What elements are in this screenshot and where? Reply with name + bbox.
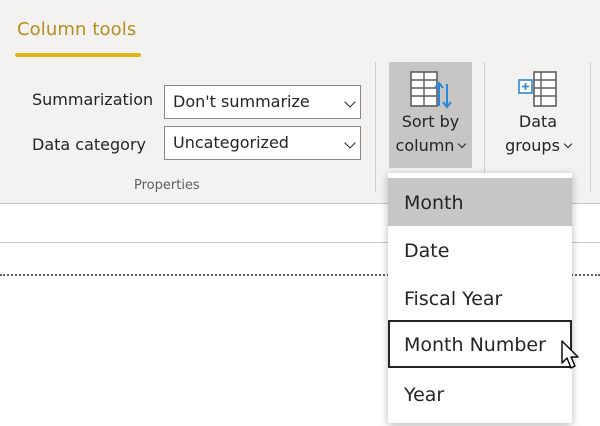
menu-item-fiscal-year[interactable]: Fiscal Year bbox=[388, 274, 572, 322]
menu-item-date[interactable]: Date bbox=[388, 226, 572, 274]
data-category-select[interactable]: Uncategorized bbox=[164, 126, 361, 160]
sort-by-label-text: column bbox=[395, 136, 455, 155]
group-separator bbox=[375, 62, 376, 192]
menu-item-month-number[interactable]: Month Number bbox=[388, 320, 572, 368]
sort-by-column-icon bbox=[409, 71, 452, 109]
group-separator bbox=[590, 62, 591, 192]
mouse-cursor-icon bbox=[561, 340, 579, 369]
active-tab-underline bbox=[15, 53, 141, 57]
data-category-value: Uncategorized bbox=[173, 133, 289, 152]
sort-by-column-menu: Month Date Fiscal Year Month Number Year bbox=[388, 173, 572, 423]
data-groups-label-1: Data bbox=[518, 112, 558, 131]
chevron-down-icon bbox=[344, 137, 356, 149]
summarization-value: Don't summarize bbox=[173, 92, 310, 111]
data-groups-label-2: groups bbox=[500, 134, 576, 158]
sort-by-label-2: column bbox=[389, 134, 472, 158]
chevron-down-icon bbox=[563, 139, 573, 149]
data-groups-label-text: groups bbox=[505, 136, 560, 155]
chevron-down-icon bbox=[344, 96, 356, 108]
data-groups-button[interactable]: Data groups bbox=[500, 62, 576, 168]
menu-item-year[interactable]: Year bbox=[388, 370, 572, 418]
sort-by-label-1: Sort by bbox=[401, 112, 460, 131]
summarization-select[interactable]: Don't summarize bbox=[164, 85, 361, 119]
column-tools-tab[interactable]: Column tools bbox=[17, 19, 136, 40]
summarization-label: Summarization bbox=[32, 90, 154, 109]
menu-item-month[interactable]: Month bbox=[388, 178, 572, 226]
chevron-down-icon bbox=[458, 139, 467, 149]
sort-by-column-button[interactable]: Sort by column bbox=[389, 62, 472, 168]
data-category-label: Data category bbox=[32, 135, 146, 154]
properties-group-label: Properties bbox=[134, 178, 200, 193]
data-groups-icon bbox=[518, 71, 557, 107]
